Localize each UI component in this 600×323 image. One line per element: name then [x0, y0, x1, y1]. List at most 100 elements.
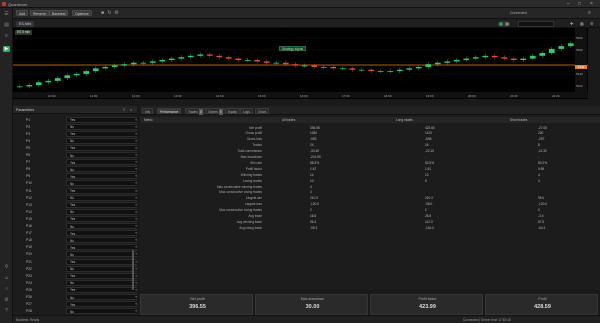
user-icon[interactable]: ☺	[3, 275, 10, 281]
interval-field[interactable]	[518, 20, 554, 27]
results-tab[interactable]: Chart	[255, 107, 269, 114]
table-cell: 396.55	[310, 125, 320, 130]
summary-card: Net profit 396.55	[140, 294, 253, 315]
parameter-value-select[interactable]: No ▾	[66, 166, 137, 173]
backtest-button[interactable]: Backtest	[49, 10, 69, 16]
parameter-value-select[interactable]: No ▾	[66, 180, 137, 187]
panel-menu-icon[interactable]: ≡	[587, 10, 592, 16]
symbol-selector[interactable]: ES-Mini	[16, 20, 35, 27]
parameter-value-select[interactable]: No ▾	[66, 294, 137, 300]
panel-close-icon[interactable]: ×	[130, 107, 134, 112]
parameter-value-select[interactable]: No ▾	[66, 123, 137, 130]
parameter-value-select[interactable]: No ▾	[66, 308, 137, 315]
chart-settings-icon[interactable]: ⚙	[590, 21, 594, 27]
parameter-name: P18	[26, 238, 32, 243]
results-tab[interactable]: Performance	[157, 107, 182, 114]
summary-card: Max drawdown 30.00	[255, 294, 368, 315]
parameter-value-select[interactable]: No ▾	[66, 137, 137, 144]
parameter-value-select[interactable]: No ▾	[66, 223, 137, 229]
candle-body	[501, 57, 508, 59]
parameter-value-select[interactable]: No ▾	[66, 279, 137, 286]
parameter-value-select[interactable]: No ▾	[66, 265, 137, 272]
parameter-value-select[interactable]: Yes ▾	[66, 130, 137, 137]
parameter-value-select[interactable]: No ▾	[66, 152, 137, 158]
save-icon[interactable]: ■	[100, 10, 105, 16]
row-label: Avg winning trade	[236, 219, 262, 224]
parameter-value-select[interactable]: Yes ▾	[66, 286, 137, 293]
parameter-value-select[interactable]: No ▾	[66, 251, 137, 258]
parameter-value: No	[70, 196, 75, 201]
chart-icon[interactable]: ▤	[3, 22, 10, 28]
candle-body	[197, 54, 204, 56]
results-tab[interactable]: Trades 0	[185, 107, 206, 115]
parameter-value-select[interactable]: Yes ▾	[66, 173, 137, 180]
parameter-value-select[interactable]: Yes ▾	[66, 272, 137, 279]
parameter-name: P26	[26, 295, 32, 299]
parameter-value-select[interactable]: Yes ▾	[66, 301, 137, 308]
parameter-name: P8	[26, 167, 31, 172]
parameter-value-select[interactable]: Yes ▾	[66, 144, 137, 151]
status-right: Connected | Server time 17:53:48	[463, 318, 511, 322]
results-tab[interactable]: Logs	[240, 107, 253, 114]
table-cell: 16.5	[310, 214, 317, 218]
results-table: Metric All trades Long trades Short trad…	[140, 115, 600, 290]
parameter-value-select[interactable]: Yes ▾	[66, 159, 137, 166]
maximize-icon[interactable]: □	[578, 1, 581, 7]
parameter-value-select[interactable]: No ▾	[66, 194, 137, 201]
minimize-icon[interactable]: –	[567, 1, 570, 7]
parameter-value: Yes	[70, 160, 76, 165]
zoom-icon[interactable]: ▦	[580, 21, 584, 27]
parameter-value-select[interactable]: Yes ▾	[66, 116, 137, 123]
close-icon[interactable]: ×	[590, 1, 593, 7]
table-cell: 1350	[310, 131, 318, 136]
lock-icon[interactable]: ○	[3, 286, 10, 292]
x-tick: 14:00	[216, 93, 224, 98]
price-chart[interactable]: ES 5 min Strategy signal	[13, 28, 588, 92]
parameter-value-select[interactable]: No ▾	[66, 237, 137, 244]
row-label: Losing trades	[242, 178, 262, 183]
results-tab[interactable]: Info	[142, 107, 154, 114]
row-label: Avg trade	[248, 214, 262, 218]
parameter-value: No	[70, 125, 75, 130]
parameter-row: P28 No ▾	[13, 308, 137, 315]
refresh-icon[interactable]: ↻	[107, 10, 112, 16]
settings-icon[interactable]: ⚙	[114, 10, 119, 16]
search-icon[interactable]: ⚲	[3, 264, 10, 270]
table-cell: -3.4	[538, 214, 544, 218]
table-cell: 210.0	[425, 196, 433, 201]
backtest-icon[interactable]: ▶	[3, 46, 10, 52]
parameter-value: Yes	[70, 245, 76, 250]
parameter-value-select[interactable]: Yes ▾	[66, 187, 137, 194]
candle-body	[349, 68, 356, 70]
parameter-row: P9 Yes ▾	[13, 173, 137, 180]
parameter-value-select[interactable]: Yes ▾	[66, 258, 137, 265]
parameter-name: P13	[26, 202, 32, 207]
parameter-value-select[interactable]: Yes ▾	[66, 201, 137, 208]
add-button[interactable]: Add	[16, 10, 29, 16]
remove-button[interactable]: Remove	[30, 10, 50, 16]
list-icon[interactable]: ≡	[3, 33, 10, 39]
results-tab[interactable]: Orders 0	[205, 107, 226, 115]
parameter-value-select[interactable]: Yes ▾	[66, 215, 137, 222]
panel-settings-icon[interactable]: ≡	[123, 107, 127, 112]
parameter-row: P21 Yes ▾	[13, 258, 137, 265]
menu-icon[interactable]: ☰	[3, 11, 10, 17]
parameter-name: P7	[26, 160, 31, 165]
parameters-scrollbar[interactable]	[132, 250, 134, 290]
card-title: Profit	[538, 297, 547, 301]
results-tab[interactable]: Equity	[225, 107, 240, 114]
table-cell: 4	[310, 184, 312, 189]
parameter-value-select[interactable]: Yes ▾	[66, 244, 137, 251]
candle-body	[377, 71, 384, 72]
candle-body	[520, 58, 527, 60]
timeframe-toggle[interactable]	[497, 21, 518, 27]
table-cell: 62.5%	[425, 160, 435, 165]
help-icon[interactable]: ?	[3, 308, 10, 314]
gear-icon[interactable]: ⚙	[3, 297, 10, 303]
optimize-button[interactable]: Optimize	[72, 10, 92, 16]
parameter-row: P23 Yes ▾	[13, 272, 137, 279]
parameter-value-select[interactable]: No ▾	[66, 208, 137, 215]
crosshair-icon[interactable]: ✚	[570, 21, 573, 27]
parameter-value-select[interactable]: Yes ▾	[66, 230, 137, 237]
chevron-down-icon: ▾	[135, 160, 137, 165]
